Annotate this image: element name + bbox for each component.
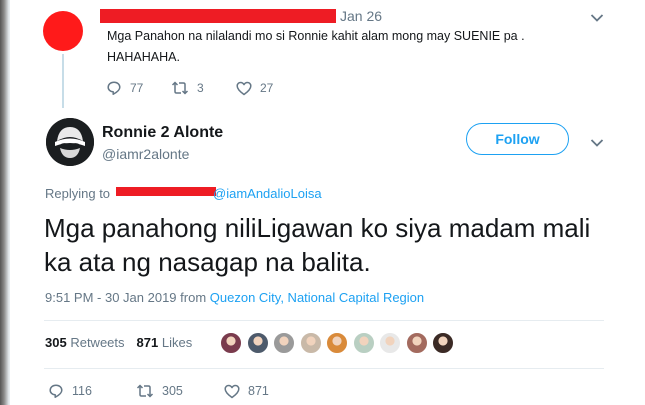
liker-avatar[interactable]	[326, 332, 348, 354]
retweet-action[interactable]: 305	[136, 384, 224, 398]
engagement-stats: 305 Retweets 871 Likes	[45, 335, 192, 350]
reply-tweet-actions: 77 3 27	[106, 80, 301, 96]
retweets-stat[interactable]: 305 Retweets	[45, 335, 125, 350]
liker-avatar[interactable]	[352, 332, 375, 354]
thread-connector-line	[62, 54, 64, 108]
tweet-actions: 116 305 871	[48, 383, 312, 399]
background-window-edge	[0, 0, 10, 405]
liker-avatar[interactable]	[246, 332, 269, 354]
liker-avatar[interactable]	[379, 332, 401, 354]
redacted-author-name	[100, 9, 336, 23]
like-count: 871	[248, 384, 269, 398]
likes-stat-count: 871	[136, 335, 159, 350]
tweet-timestamp[interactable]: 9:51 PM - 30 Jan 2019 from	[45, 290, 210, 305]
retweets-stat-label: Retweets	[70, 335, 125, 350]
tweet-thread: Jan 26 Mga Panahon na nilalandi mo si Ro…	[10, 0, 645, 405]
reply-action[interactable]: 116	[48, 383, 136, 399]
heart-icon	[236, 81, 252, 95]
reply-count: 116	[72, 384, 92, 398]
reply-tweet-date[interactable]: Jan 26	[340, 8, 382, 24]
liker-avatar[interactable]	[299, 332, 322, 354]
retweets-stat-count: 305	[45, 335, 67, 350]
likes-stat-label: Likes	[161, 335, 193, 350]
chevron-down-icon[interactable]	[590, 138, 604, 148]
divider	[44, 368, 604, 369]
reply-icon	[107, 81, 121, 95]
retweet-icon	[136, 384, 154, 398]
reply-count: 77	[130, 81, 144, 95]
liker-avatar[interactable]	[432, 332, 454, 354]
reply-icon	[49, 384, 63, 398]
heart-icon	[224, 384, 240, 398]
retweet-count: 305	[162, 384, 183, 398]
redacted-mention	[116, 187, 216, 196]
like-count: 27	[260, 81, 274, 95]
chevron-down-icon[interactable]	[590, 13, 604, 23]
author-avatar[interactable]	[46, 118, 94, 166]
author-display-name[interactable]: Ronnie 2 Alonte	[102, 124, 223, 142]
liker-avatar[interactable]	[273, 332, 295, 354]
tweet-location-link[interactable]: Quezon City, National Capital Region	[210, 290, 424, 305]
reply-action[interactable]: 77	[106, 80, 171, 96]
retweet-count: 3	[197, 81, 204, 95]
like-action[interactable]: 27	[236, 81, 301, 96]
follow-button[interactable]: Follow	[466, 123, 569, 155]
tweet-metadata: 9:51 PM - 30 Jan 2019 from Quezon City, …	[45, 290, 424, 305]
liker-avatar[interactable]	[405, 332, 428, 354]
reply-author-avatar[interactable]	[43, 11, 83, 51]
tweet-text: Mga panahong niliLigawan ko siya madam m…	[44, 213, 591, 277]
replying-to-label: Replying to	[45, 186, 111, 201]
likers-avatar-row	[220, 332, 459, 354]
ninja-mask-logo-icon	[46, 118, 94, 166]
like-action[interactable]: 871	[224, 384, 312, 399]
retweet-action[interactable]: 3	[171, 81, 236, 95]
likes-stat[interactable]: 871 Likes	[137, 335, 193, 350]
author-handle[interactable]: @iamr2alonte	[102, 146, 189, 162]
retweet-icon	[171, 81, 189, 95]
reply-tweet-text: Mga Panahon na nilalandi mo si Ronnie ka…	[107, 29, 525, 64]
divider	[44, 320, 604, 321]
replying-to-mention[interactable]: @iamAndalioLoisa	[213, 186, 322, 201]
liker-avatar[interactable]	[220, 332, 242, 354]
